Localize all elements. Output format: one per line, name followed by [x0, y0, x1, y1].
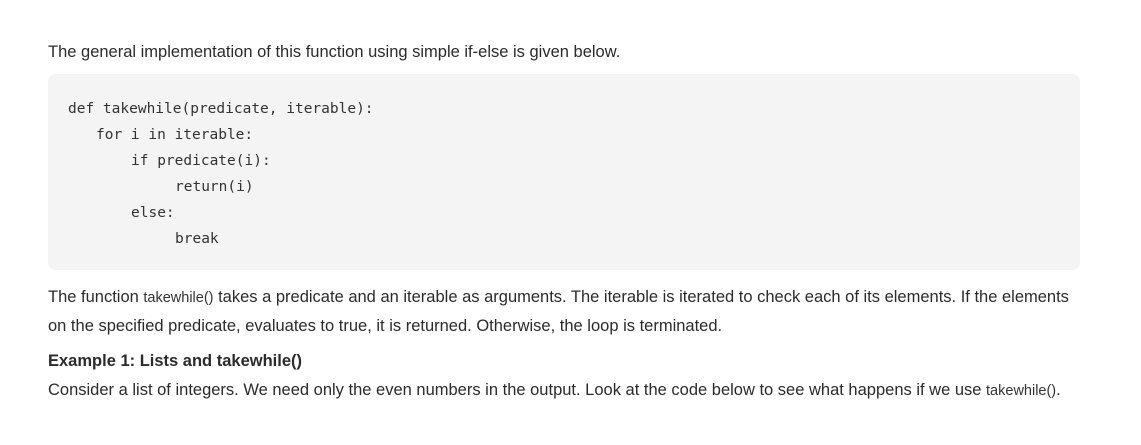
code-line: def takewhile(predicate, iterable):: [68, 101, 374, 117]
intro-paragraph: The general implementation of this funct…: [48, 43, 621, 61]
code-line: for i in iterable:: [96, 127, 254, 143]
code-block: def takewhile(predicate, iterable): for …: [48, 74, 1080, 270]
code-line: else:: [131, 205, 175, 221]
paragraph-text: Consider a list of integers. We need onl…: [48, 381, 987, 399]
example-paragraph: Consider a list of integers. We need onl…: [48, 376, 1080, 405]
code-line: if predicate(i):: [131, 153, 271, 169]
inline-code: takewhile(): [986, 383, 1057, 399]
paragraph-text: .: [1056, 381, 1061, 399]
code-line: return(i): [175, 179, 254, 195]
example-heading: Example 1: Lists and takewhile(): [48, 352, 302, 370]
code-line: break: [175, 231, 219, 247]
inline-code: takewhile(): [143, 290, 214, 306]
description-paragraph: The function takewhile() takes a predica…: [48, 283, 1080, 340]
paragraph-text: The function: [48, 288, 144, 306]
